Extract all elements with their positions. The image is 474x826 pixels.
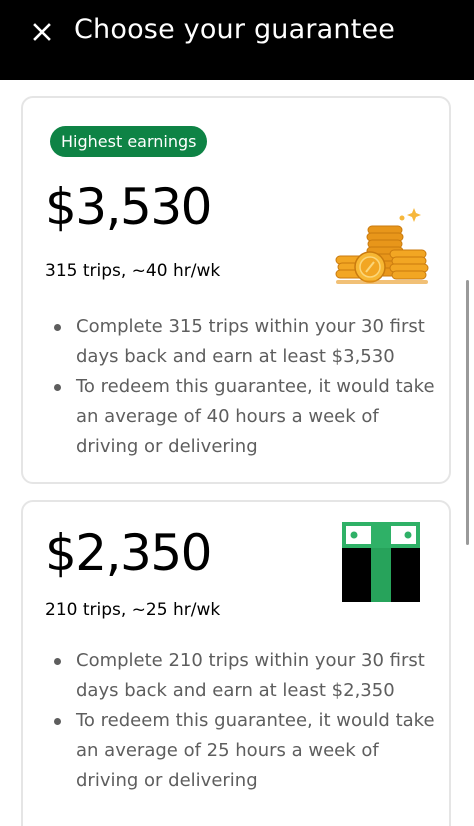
cash-stack-icon [342,522,420,602]
guarantee-detail-item: Complete 315 trips within your 30 first … [51,312,441,372]
gold-coins-icon [335,208,429,284]
scrollbar[interactable] [466,280,469,545]
guarantee-amount: $2,350 [45,524,212,582]
guarantee-details: Complete 315 trips within your 30 first … [51,312,441,462]
guarantee-trips-hours: 315 trips, ~40 hr/wk [45,261,221,281]
highest-earnings-badge: Highest earnings [50,126,208,157]
close-icon[interactable] [30,20,54,44]
guarantee-detail-item: To redeem this guarantee, it would take … [51,372,441,462]
guarantee-list[interactable]: Highest earnings $3,530 315 trips, ~40 h… [0,80,474,826]
guarantee-amount: $3,530 [45,178,212,236]
guarantee-detail-item: To redeem this guarantee, it would take … [51,706,441,796]
guarantee-trips-hours: 210 trips, ~25 hr/wk [45,600,221,620]
guarantee-detail-item: Complete 210 trips within your 30 first … [51,646,441,706]
guarantee-card-highest[interactable]: Highest earnings $3,530 315 trips, ~40 h… [21,96,451,484]
guarantee-details: Complete 210 trips within your 30 first … [51,646,441,796]
page-title: Choose your guarantee [74,14,396,45]
header-bar: Choose your guarantee [0,0,474,80]
guarantee-card-second[interactable]: $2,350 210 trips, ~25 hr/wk Complete 210… [21,500,451,826]
